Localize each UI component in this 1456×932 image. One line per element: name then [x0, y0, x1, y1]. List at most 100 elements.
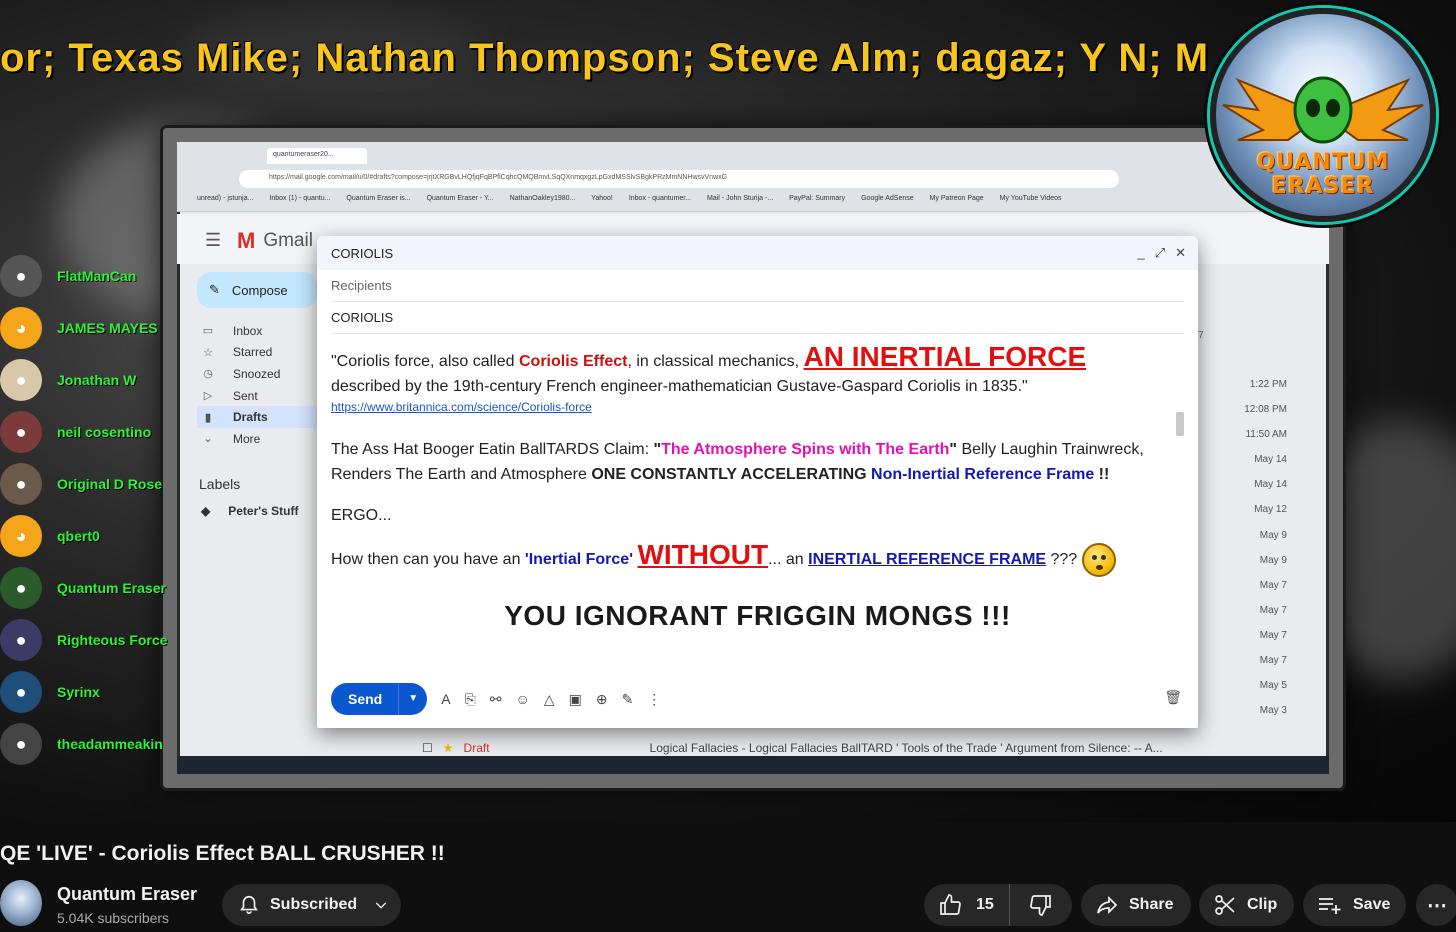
email-date: May 5 [1259, 680, 1287, 692]
email-date: May 7 [1259, 604, 1287, 616]
body-text: Non-Inertial Reference Frame [871, 466, 1095, 483]
chevron-down-icon: ⌄ [203, 433, 213, 446]
sidebar-item-inbox: ▭ Inbox [197, 320, 337, 342]
channel-avatar[interactable] [0, 880, 42, 926]
bookmark: Google AdSense [861, 195, 914, 202]
sidebar-item-label: Starred [233, 345, 273, 360]
browser-tab: quantumeraser20... [267, 148, 367, 164]
supporter-name: Original D Rose [57, 476, 163, 492]
image-icon: ▣ [568, 690, 582, 707]
supporter-item: ● theadammeakin [0, 718, 180, 770]
body-text: " [949, 441, 958, 458]
body-text: Coriolis Effect [518, 353, 628, 370]
body-text: ERGO... [331, 507, 392, 524]
emoji-icon: ☺ [515, 690, 530, 707]
avatar: ● [0, 359, 42, 401]
label-icon: ◆ [201, 503, 211, 518]
bookmark: PayPal: Summary [789, 195, 846, 202]
link-icon: ⚯ [489, 690, 502, 707]
scissors-icon [1215, 895, 1235, 915]
sidebar-item-snoozed: ◷ Snoozed [197, 363, 337, 385]
video-player[interactable]: or; Texas Mike; Nathan Thompson; Steve A… [0, 0, 1456, 822]
playlist-add-icon [1319, 898, 1341, 914]
sidebar-item-label: Inbox [233, 323, 263, 338]
email-date: May 7 [1259, 579, 1287, 591]
avatar: ● [0, 567, 42, 609]
pen-icon: ✎ [621, 690, 634, 707]
body-text: described by the 19th-century French eng… [331, 378, 1028, 395]
compose-header: CORIOLIS _ ⤢ ✕ [317, 236, 1198, 270]
more-actions-button[interactable]: ⋯ [1416, 884, 1456, 926]
gmail-m-icon: M [237, 228, 256, 253]
bookmark: My YouTube Videos [999, 195, 1062, 202]
body-text: !! [1094, 466, 1110, 483]
share-icon [1097, 895, 1118, 915]
channel-name[interactable]: Quantum Eraser [57, 884, 197, 905]
pencil-icon: ✎ [209, 282, 220, 297]
email-date: May 9 [1259, 554, 1287, 566]
email-date: 12:08 PM [1244, 404, 1287, 416]
bookmark: Inbox - quantumer... [628, 195, 692, 202]
send-label: Send [331, 683, 400, 715]
compose-window-controls: _ ⤢ ✕ [1137, 245, 1186, 261]
body-text: "Coriolis force, also called [331, 353, 519, 370]
discord-icon: ◕ [0, 307, 42, 349]
chevron-down-icon [376, 902, 387, 909]
thumbs-down-icon [1030, 895, 1051, 916]
email-date: 11:50 AM [1245, 429, 1287, 441]
compose-title: CORIOLIS [331, 245, 394, 261]
body-text: ONE CONSTANTLY ACCELERATING [591, 466, 867, 483]
bell-icon [240, 895, 258, 915]
body-text: ??? [1046, 551, 1078, 568]
email-date: 1:22 PM [1249, 379, 1287, 390]
supporter-name: FlatManCan [57, 268, 137, 284]
label-item: ◆ Peter's Stuff [197, 504, 337, 518]
bookmark: My Patreon Page [929, 195, 984, 202]
subscribed-label: Subscribed [270, 896, 358, 913]
scrollbar [1176, 412, 1184, 436]
save-label: Save [1353, 896, 1391, 913]
bookmark: Yahoo! [591, 195, 613, 202]
body-headline: YOU IGNORANT FRIGGIN MONGS !!! [504, 599, 1011, 631]
inbox-icon: ▭ [202, 325, 214, 338]
text-format-icon: A [441, 690, 451, 707]
like-button[interactable]: 15 [924, 884, 1010, 926]
supporter-name: qbert0 [57, 528, 100, 544]
body-text: " [653, 441, 662, 458]
send-icon: ▷ [203, 390, 213, 403]
dislike-button[interactable] [1010, 893, 1072, 917]
logo-line2: ERASER [1271, 174, 1375, 199]
email-date: May 7 [1259, 629, 1287, 641]
draft-icon: ▮ [204, 411, 212, 424]
more-options-icon: ⋮ [647, 690, 662, 707]
browser-chrome: quantumeraser20... https://mail.google.c… [177, 142, 1329, 212]
body-text: WITHOUT [637, 539, 769, 570]
bookmark: unread) - jstunja... [197, 195, 254, 202]
bookmark: Quantum Eraser - Y... [426, 195, 494, 202]
expand-icon: ⤢ [1154, 245, 1166, 260]
body-text: The Ass Hat Booger Eatin BallTARDS Claim… [331, 441, 654, 458]
more-horizontal-icon: ⋯ [1427, 894, 1447, 917]
sidebar-item-sent: ▷ Sent [197, 385, 337, 407]
supporters-list: ● FlatManCan ◕ JAMES MAYES ● Jonathan W ● ne… [0, 250, 180, 770]
body-text: The Atmosphere Spins with The Earth [661, 441, 950, 458]
avatar: ● [0, 255, 42, 297]
gmail-logo: M Gmail [237, 228, 313, 254]
claim-paragraph: The Ass Hat Booger Eatin BallTARDS Claim… [331, 437, 1184, 462]
save-button[interactable]: Save [1303, 884, 1406, 926]
lock-icon: ⊕ [595, 690, 608, 707]
quote-paragraph: "Coriolis force, also called Coriolis Ef… [331, 343, 1184, 374]
supporter-item: ● Quantum Eraser [0, 562, 180, 614]
sidebar-item-more: ⌄ More [197, 428, 337, 450]
bookmark: Mail - John Sturija -... [707, 195, 774, 202]
body-text: ... an [768, 551, 809, 568]
star-icon: ★ [442, 741, 454, 755]
subscribed-button[interactable]: Subscribed [222, 884, 401, 926]
gmail-brand: Gmail [263, 230, 313, 251]
checkbox-icon: ☐ [422, 741, 433, 755]
avatar: ● [0, 411, 42, 453]
bookmark: Quantum Eraser is... [346, 195, 411, 202]
clip-button[interactable]: Clip [1199, 884, 1294, 926]
share-button[interactable]: Share [1081, 884, 1191, 926]
